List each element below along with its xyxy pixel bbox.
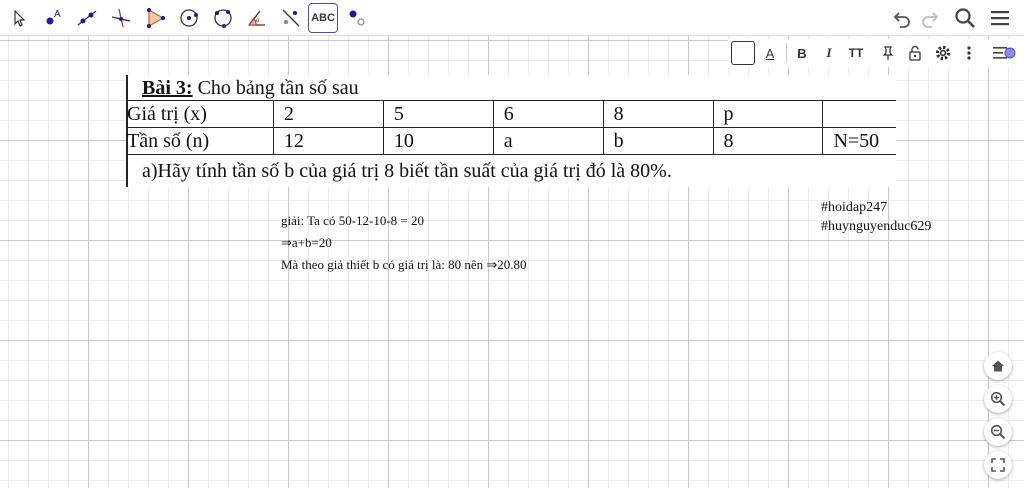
table-cell: N=50: [822, 127, 896, 155]
lock-button[interactable]: [903, 41, 927, 65]
bold-button[interactable]: B: [790, 41, 814, 65]
zoom-out-icon: [990, 424, 1006, 440]
polygon-tool-icon: [147, 8, 165, 28]
style-bar-separator: [786, 43, 787, 63]
move-tool-icon: [14, 9, 26, 27]
exercise-title-rest: Cho bảng tần số sau: [192, 77, 359, 99]
table-cell: a: [492, 127, 604, 155]
table-cell: 5: [382, 100, 494, 128]
search-icon: [955, 8, 975, 28]
solution-line-2[interactable]: ⇒a+b=20: [281, 235, 332, 251]
search-button[interactable]: [951, 4, 979, 32]
table-cell: 6: [492, 100, 604, 128]
pin-icon: [882, 46, 894, 60]
fullscreen-button[interactable]: [984, 451, 1012, 479]
text-tool-label: ABC: [311, 12, 335, 24]
more-options-button[interactable]: [957, 41, 981, 65]
solution-line-3[interactable]: Mà theo giả thiết b có giá trị là: 80 nê…: [281, 257, 527, 273]
zoom-out-button[interactable]: [984, 418, 1012, 446]
zoom-in-button[interactable]: [984, 385, 1012, 413]
slider-tool-icon: [349, 10, 365, 26]
text-color-button[interactable]: A: [758, 41, 782, 65]
table-cell: [822, 100, 896, 128]
frequency-table: Giá trị (x) 2 5 6 8 p Tần số (n) 12 10 a…: [126, 100, 896, 155]
table-cell: 12: [272, 127, 384, 155]
line-tool-icon: [77, 10, 97, 26]
point-tool-icon: A: [46, 9, 61, 25]
pin-button[interactable]: [876, 41, 900, 65]
reflect-tool-button[interactable]: [276, 3, 306, 33]
circle-tool-icon: [180, 9, 198, 27]
line-tool-button[interactable]: [72, 3, 102, 33]
exercise-question: a)Hãy tính tần số b của giá trị 8 biết t…: [142, 160, 672, 182]
main-toolbar: A α ABC: [0, 0, 1024, 36]
exercise-title: Bài 3: Cho bảng tần số sau: [142, 77, 359, 100]
lock-icon: [909, 45, 921, 61]
background-color-button[interactable]: [731, 41, 755, 65]
redo-button[interactable]: [916, 4, 944, 32]
text-size-button[interactable]: TT: [844, 41, 868, 65]
italic-button[interactable]: I: [817, 41, 841, 65]
table-cell: 8: [712, 127, 824, 155]
solution-line-1[interactable]: giải: Ta có 50-12-10-8 = 20: [281, 213, 424, 229]
hashtag-2[interactable]: #huynguyenduc629: [821, 219, 931, 235]
table-cell: 10: [382, 127, 494, 155]
table-cell: Giá trị (x): [126, 100, 274, 128]
circle-tool-button[interactable]: [174, 3, 204, 33]
angle-tool-icon: α: [247, 10, 265, 26]
text-tool-button[interactable]: ABC: [308, 3, 338, 33]
angle-tool-button[interactable]: α: [242, 3, 272, 33]
hamburger-menu-icon: [991, 11, 1009, 26]
toggle-style-bar-button[interactable]: [992, 41, 1016, 65]
undo-button[interactable]: [888, 4, 916, 32]
table-cell: Tần số (n): [126, 127, 274, 155]
gear-icon: [935, 45, 951, 61]
table-cell: b: [602, 127, 714, 155]
table-row: Tần số (n) 12 10 a b 8 N=50: [126, 127, 896, 155]
reflect-tool-icon: [282, 9, 300, 27]
fullscreen-icon: [991, 458, 1005, 472]
circle-three-points-tool-icon: [214, 9, 232, 28]
table-row: Giá trị (x) 2 5 6 8 p: [126, 100, 896, 128]
svg-text:α: α: [256, 18, 260, 24]
polygon-tool-button[interactable]: [140, 3, 170, 33]
home-view-button[interactable]: [984, 352, 1012, 380]
vertical-dots-icon: [967, 46, 971, 60]
exercise-image[interactable]: Bài 3: Cho bảng tần số sau Giá trị (x) 2…: [126, 75, 896, 187]
home-icon: [992, 360, 1004, 372]
hashtag-1[interactable]: #hoidap247: [821, 200, 887, 216]
slider-tool-button[interactable]: [342, 3, 372, 33]
zoom-in-icon: [990, 391, 1006, 407]
perpendicular-tool-button[interactable]: [106, 3, 136, 33]
table-cell: 8: [602, 100, 714, 128]
circle-three-points-tool-button[interactable]: [208, 3, 238, 33]
style-bar: A B I TT: [728, 39, 1024, 67]
settings-button[interactable]: [931, 41, 955, 65]
svg-text:A: A: [54, 9, 61, 20]
style-bar-toggle-icon: [993, 47, 1016, 59]
redo-icon: [922, 12, 939, 28]
perpendicular-tool-icon: [111, 8, 131, 28]
table-cell: p: [712, 100, 824, 128]
table-cell: 2: [272, 100, 384, 128]
main-menu-button[interactable]: [986, 4, 1014, 32]
undo-icon: [893, 12, 910, 28]
move-tool-button[interactable]: [4, 3, 34, 33]
point-tool-button[interactable]: A: [38, 3, 68, 33]
exercise-title-bold: Bài 3:: [142, 77, 193, 99]
